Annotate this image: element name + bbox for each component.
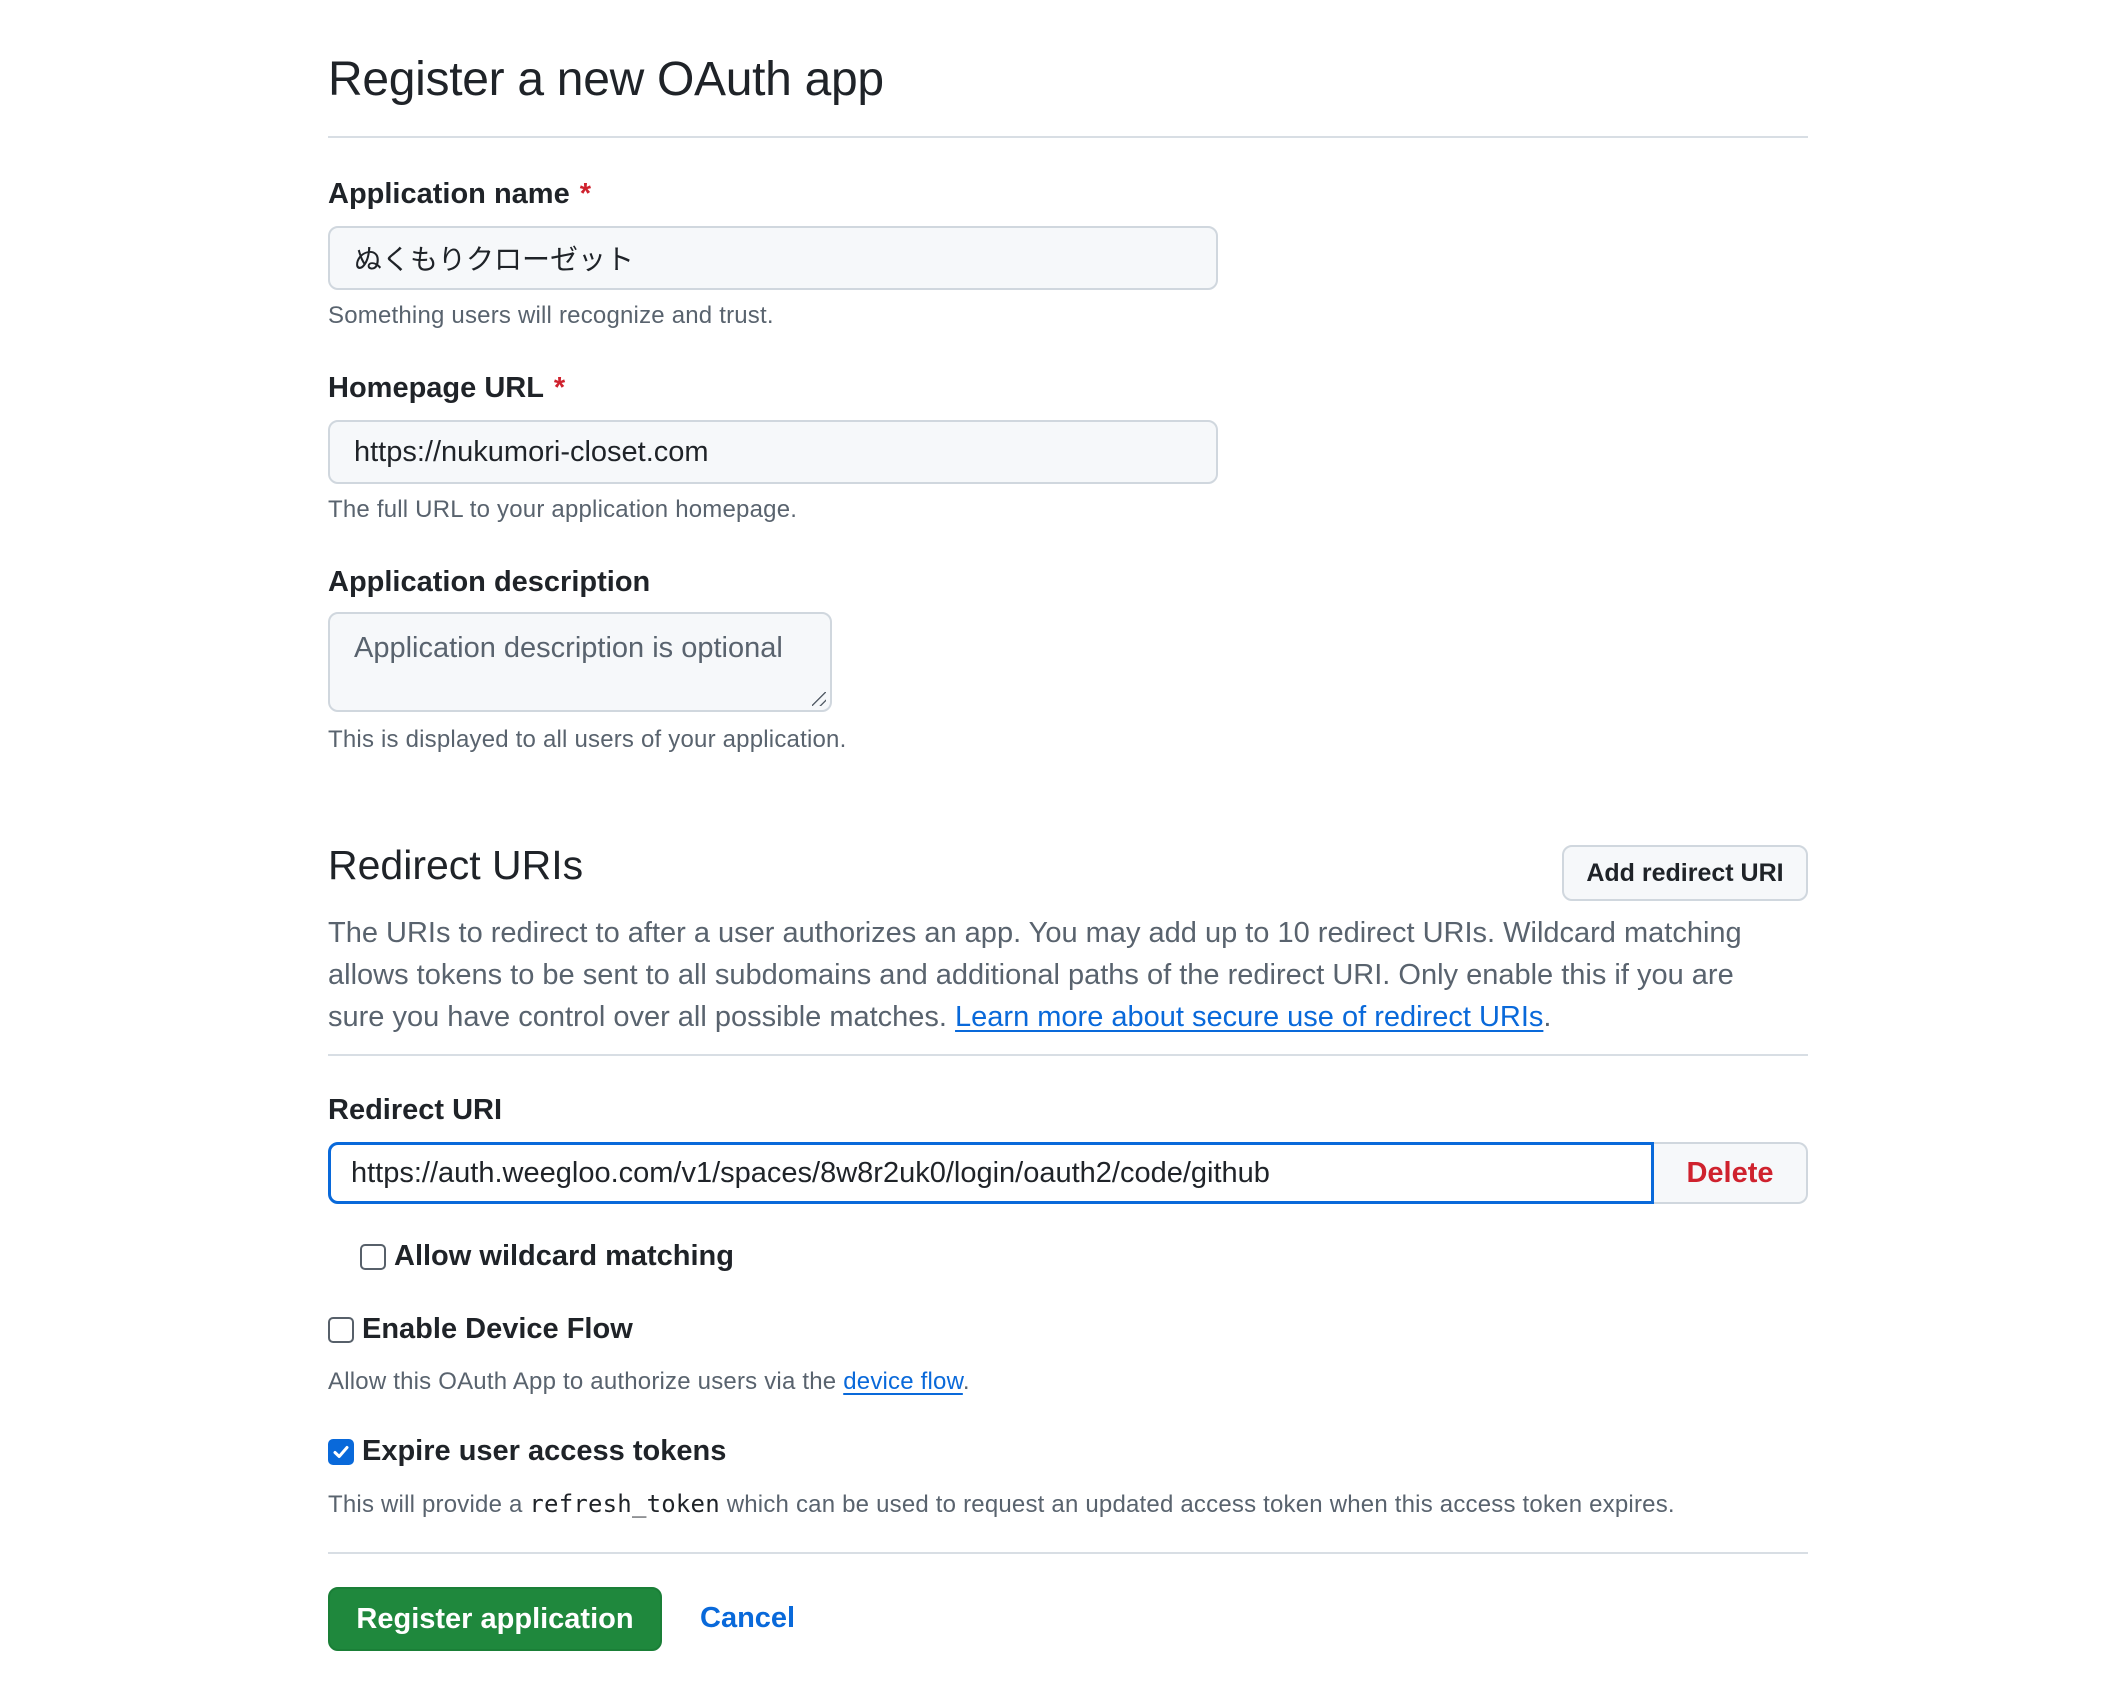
- homepage-url-hint: The full URL to your application homepag…: [328, 496, 798, 523]
- required-mark: *: [579, 178, 591, 210]
- redirect-uri-input[interactable]: https://auth.weegloo.com/v1/spaces/8w8r2…: [328, 1142, 1654, 1204]
- expire-tokens-hint-pre: This will provide a: [328, 1491, 530, 1518]
- device-flow-link[interactable]: device flow: [843, 1368, 963, 1395]
- wildcard-checkbox-row[interactable]: Allow wildcard matching: [360, 1240, 734, 1273]
- redirect-divider: [328, 1054, 1808, 1056]
- device-flow-hint-text: Allow this OAuth App to authorize users …: [328, 1368, 844, 1395]
- expire-tokens-checkbox-row[interactable]: Expire user access tokens: [328, 1435, 726, 1468]
- app-name-input[interactable]: ぬくもりクローゼット: [328, 226, 1218, 290]
- description-placeholder: Application description is optional: [354, 632, 783, 664]
- redirect-uris-description: The URIs to redirect to after a user aut…: [328, 912, 1788, 1038]
- app-name-value: ぬくもりクローゼット: [354, 243, 635, 276]
- oauth-register-page: Register a new OAuth app Application nam…: [0, 0, 2120, 1686]
- redirect-desc-end: .: [1543, 1001, 1552, 1033]
- cancel-link[interactable]: Cancel: [700, 1602, 795, 1635]
- expire-tokens-checkbox[interactable]: [328, 1438, 354, 1465]
- homepage-url-input[interactable]: https://nukumori-closet.com: [328, 420, 1218, 484]
- resize-grip-icon[interactable]: [812, 692, 826, 706]
- delete-redirect-uri-button[interactable]: Delete: [1654, 1142, 1808, 1204]
- device-flow-hint: Allow this OAuth App to authorize users …: [328, 1368, 970, 1396]
- refresh-token-code: refresh_token: [529, 1490, 720, 1518]
- checkmark-icon: [333, 1445, 349, 1458]
- homepage-url-label-text: Homepage URL: [328, 372, 544, 404]
- app-name-hint: Something users will recognize and trust…: [328, 302, 774, 329]
- app-name-label-text: Application name: [328, 178, 570, 210]
- expire-tokens-hint: This will provide a refresh_token which …: [328, 1490, 1675, 1519]
- device-flow-label[interactable]: Enable Device Flow: [362, 1313, 633, 1346]
- register-application-button[interactable]: Register application: [328, 1587, 662, 1651]
- app-name-label: Application name *: [328, 178, 591, 211]
- description-hint: This is displayed to all users of your a…: [328, 726, 847, 753]
- description-label: Application description: [328, 566, 651, 598]
- add-redirect-uri-button[interactable]: Add redirect URI: [1562, 845, 1808, 901]
- device-flow-checkbox-row[interactable]: Enable Device Flow: [328, 1313, 633, 1346]
- redirect-uri-value: https://auth.weegloo.com/v1/spaces/8w8r2…: [351, 1156, 1270, 1189]
- title-divider: [328, 136, 1808, 138]
- wildcard-label[interactable]: Allow wildcard matching: [394, 1240, 734, 1273]
- expire-tokens-hint-post: which can be used to request an updated …: [719, 1491, 1675, 1518]
- redirect-uri-label: Redirect URI: [328, 1094, 503, 1126]
- wildcard-checkbox[interactable]: [360, 1243, 386, 1270]
- expire-tokens-label[interactable]: Expire user access tokens: [362, 1435, 726, 1468]
- page-title: Register a new OAuth app: [328, 53, 884, 106]
- description-textarea[interactable]: Application description is optional: [328, 612, 832, 712]
- footer-divider: [328, 1552, 1808, 1554]
- required-mark: *: [553, 372, 566, 404]
- redirect-uri-row: https://auth.weegloo.com/v1/spaces/8w8r2…: [328, 1142, 1808, 1204]
- redirect-learn-more-link[interactable]: Learn more about secure use of redirect …: [955, 1001, 1543, 1033]
- homepage-url-value: https://nukumori-closet.com: [354, 435, 709, 468]
- homepage-url-label: Homepage URL *: [328, 372, 565, 405]
- device-flow-hint-end: .: [962, 1368, 970, 1395]
- redirect-uris-heading: Redirect URIs: [328, 842, 584, 888]
- device-flow-checkbox[interactable]: [328, 1316, 354, 1343]
